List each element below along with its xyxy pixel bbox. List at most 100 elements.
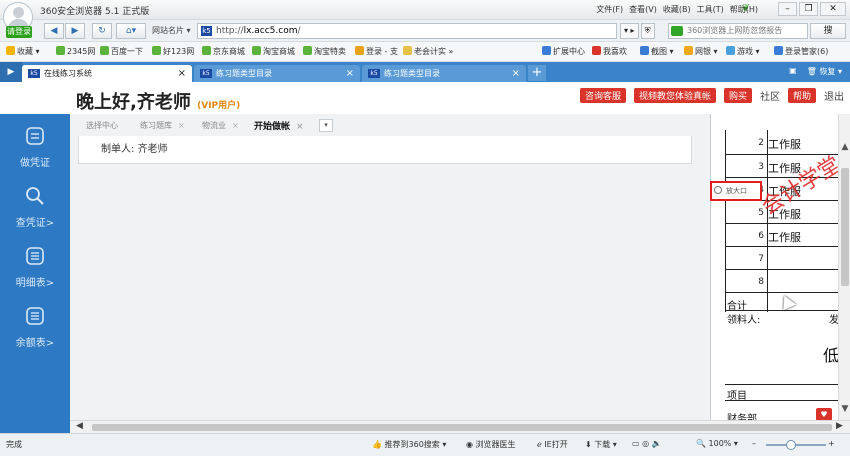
ie-open[interactable]: ℯ IE打开 (537, 439, 568, 450)
download-button[interactable]: ⬇ 下载 ▾ (585, 439, 617, 450)
back-button[interactable]: ◀ (44, 23, 64, 39)
search-input[interactable]: 360浏览器上网防忽悠报告 (668, 23, 808, 39)
bookmark-item[interactable]: 淘宝特卖 (303, 46, 346, 57)
tab-online-practice[interactable]: k5 在线练习系统 × (22, 65, 192, 82)
page-title: 晚上好,齐老师 (VIP用户) (76, 92, 241, 113)
logout-link[interactable]: 退出 (824, 88, 844, 103)
preparer-field: 制单人: 齐老师 (101, 144, 168, 155)
sidebar-item-make-voucher[interactable]: 做凭证 (0, 126, 70, 169)
zoom-in-icon[interactable]: + (828, 439, 835, 448)
tab-practice-catalog[interactable]: k5 练习题类型目录 × (194, 65, 360, 82)
header-links: 咨询客服 视频教您体验真帐 购买 社区 帮助 退出 (579, 88, 844, 103)
tab-bar-tools: ▣ 🗑 恢复 ▾ (789, 66, 842, 77)
bookmark-item[interactable]: 百度一下 (100, 46, 143, 57)
tab-reader-icon[interactable]: ▣ (789, 66, 797, 77)
sidebar-item-label: 做凭证 (20, 158, 50, 169)
site-favicon-icon: k5 (368, 69, 380, 78)
login-manager[interactable]: 登录管家(6) (774, 46, 828, 57)
sidebar-item-query-voucher[interactable]: 查凭证> (0, 186, 70, 229)
restore-button[interactable]: 🗑 恢复 ▾ (807, 66, 842, 77)
tab-close-icon[interactable]: × (178, 65, 186, 82)
new-tab-button[interactable]: + (528, 65, 546, 81)
bookmark-item[interactable]: 淘宝商城 (252, 46, 295, 57)
dropdown-icon[interactable]: ▾ ▸ (620, 23, 639, 39)
total-label: 合计 (727, 301, 747, 312)
url-input[interactable]: k5 http://lx.acc5.com/ (197, 23, 617, 39)
horizontal-scrollbar[interactable]: ◀ ▶ (70, 420, 850, 433)
site-favicon-icon: k5 (200, 69, 212, 78)
menu-favorites[interactable]: 收藏(B) (663, 4, 691, 15)
tab-close-icon[interactable]: × (512, 65, 520, 82)
tab-list-icon[interactable]: ▶ (0, 62, 22, 82)
home-icon[interactable]: ⌂▾ (116, 23, 146, 39)
zoom-level[interactable]: 🔍 100% ▾ (696, 439, 738, 448)
table-line (725, 400, 838, 401)
games[interactable]: 游戏 ▾ (726, 46, 760, 57)
my-likes[interactable]: 我喜欢 (592, 46, 627, 57)
scroll-thumb[interactable] (92, 424, 832, 431)
zoom-button[interactable]: 放大口 (710, 181, 762, 201)
customer-service-button[interactable]: 咨询客服 (579, 88, 626, 103)
status-tools-icon[interactable]: ▭ ◎ 🔈 (632, 439, 662, 448)
site-card-button[interactable]: 网站名片 ▾ (152, 25, 191, 36)
sidebar-item-detail-table[interactable]: 明细表> (0, 246, 70, 289)
menu-help[interactable]: 帮助(H) (730, 4, 758, 15)
status-text: 完成 (6, 440, 22, 449)
zoom-out-icon[interactable]: – (752, 439, 756, 448)
screenshot-tool[interactable]: 截图 ▾ (640, 46, 674, 57)
search-engine-icon (671, 26, 683, 36)
browser-tabs: ▶ k5 在线练习系统 × k5 练习题类型目录 × k5 练习题类型目录 × … (0, 62, 850, 82)
bookmark-item[interactable]: 2345网 (56, 46, 95, 57)
shield-icon[interactable]: ⛨ (640, 23, 655, 39)
refresh-icon[interactable]: ↻ (92, 23, 112, 39)
scroll-right-icon[interactable]: ▶ (836, 421, 843, 431)
sidebar-item-label: 明细表> (15, 278, 55, 289)
menu-file[interactable]: 文件(F) (596, 4, 623, 15)
table-line (725, 223, 838, 224)
maximize-button[interactable]: ❐ (799, 2, 818, 16)
bookmark-item[interactable]: 老会计实 » (403, 46, 453, 57)
browser-doctor[interactable]: ◉ 浏览器医生 (466, 439, 516, 450)
sidebar-item-label: 余额表> (15, 338, 55, 349)
vertical-scrollbar[interactable]: ▲ ▼ (838, 114, 850, 420)
purchase-button[interactable]: 购买 (723, 88, 752, 103)
login-button[interactable]: 请登录 (6, 26, 32, 38)
tab-close-icon[interactable]: × (346, 65, 354, 82)
tab-question-bank[interactable]: 练习题库 × (140, 120, 185, 131)
tab-practice-catalog-2[interactable]: k5 练习题类型目录 × (362, 65, 526, 82)
chevron-down-icon[interactable]: ▾ (319, 119, 333, 132)
help-button[interactable]: 帮助 (787, 88, 816, 103)
zoom-slider[interactable] (766, 444, 826, 446)
minimize-button[interactable]: – (778, 2, 797, 16)
close-button[interactable]: ✕ (820, 2, 846, 16)
scroll-left-icon[interactable]: ◀ (76, 421, 83, 431)
tab-start-bookkeeping[interactable]: 开始做帐 × (254, 119, 304, 132)
tab-select-center[interactable]: 选择中心 (86, 120, 118, 131)
bookmark-item[interactable]: 京东商城 (202, 46, 245, 57)
bookmark-item[interactable]: 登录 - 支 (355, 46, 398, 57)
tab-logistics[interactable]: 物流业 × (202, 120, 239, 131)
forward-button[interactable]: ▶ (65, 23, 85, 39)
recommend-360-search[interactable]: 👍 推荐到360搜索 ▾ (372, 439, 446, 450)
menu-view[interactable]: 查看(V) (629, 4, 657, 15)
scroll-up-icon[interactable]: ▲ (839, 142, 850, 152)
row-number: 8 (758, 277, 764, 287)
sidebar-item-balance-table[interactable]: 余额表> (0, 306, 70, 349)
issuer-label: 发 (829, 315, 838, 326)
extension-center[interactable]: 扩展中心 (542, 46, 585, 57)
address-bar: ◀ ▶ ↻ ⌂▾ 网站名片 ▾ k5 http://lx.acc5.com/ ▾… (0, 20, 850, 42)
bookmark-favorites[interactable]: 收藏 ▾ (6, 46, 40, 57)
url-actions: ▾ ▸ ⛨ (620, 23, 655, 39)
zoom-slider-handle[interactable] (786, 440, 796, 450)
scroll-thumb[interactable] (841, 168, 849, 286)
scroll-down-icon[interactable]: ▼ (839, 404, 850, 414)
online-banking[interactable]: 网银 ▾ (684, 46, 718, 57)
bookmark-item[interactable]: 好123网 (152, 46, 194, 57)
voucher-panel: 制单人: 齐老师 (78, 136, 692, 164)
search-button[interactable]: 搜 (810, 23, 846, 39)
video-tutorial-button[interactable]: 视频教您体验真帐 (633, 88, 716, 103)
community-link[interactable]: 社区 (760, 88, 780, 103)
menu-tools[interactable]: 工具(T) (697, 4, 724, 15)
search-icon (26, 187, 44, 205)
main-content: 选择中心 练习题库 × 物流业 × 开始做帐 × ▾ 制单人: 齐老师 (70, 114, 710, 420)
